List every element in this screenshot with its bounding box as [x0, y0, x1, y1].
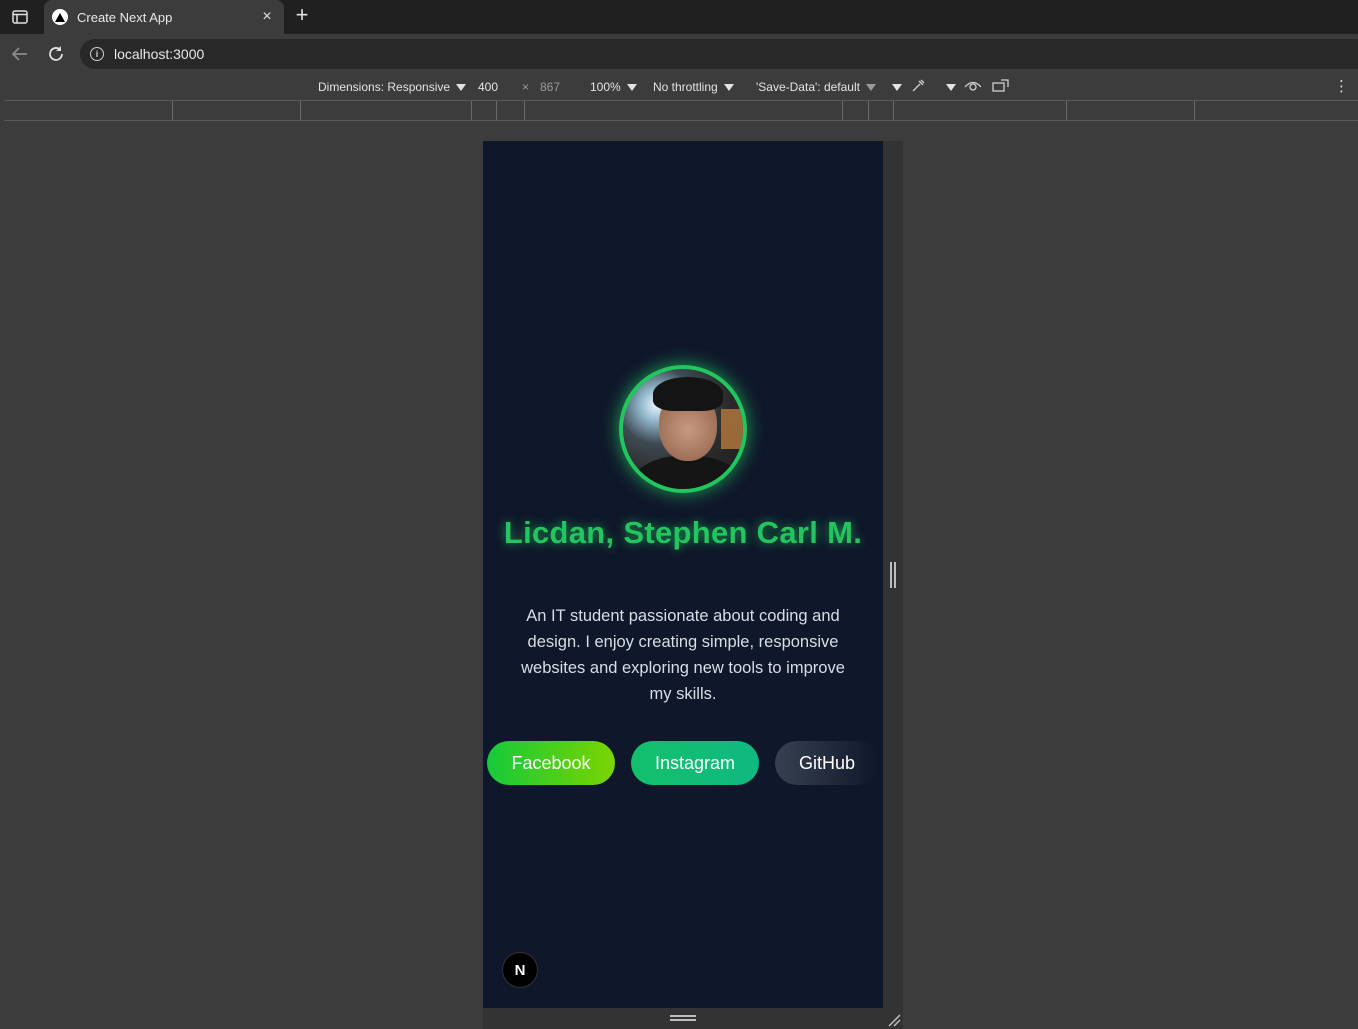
rotate-icon[interactable] — [992, 79, 1010, 96]
save-data-dropdown[interactable]: 'Save-Data': default — [756, 80, 876, 94]
zoom-label: 100% — [590, 80, 621, 94]
width-input[interactable]: 400 — [478, 80, 498, 94]
tab-close-icon[interactable]: × — [258, 8, 276, 26]
browser-tab[interactable]: Create Next App × — [44, 0, 284, 34]
chevron-down-icon — [456, 84, 467, 92]
site-info-icon[interactable]: i — [90, 47, 104, 61]
chevron-down-icon — [865, 84, 876, 92]
chevron-down-icon — [892, 84, 902, 92]
vision-deficiency-icon[interactable] — [964, 79, 982, 96]
address-bar[interactable]: i localhost:3000 — [80, 39, 1358, 69]
viewport-resize-handle-right[interactable] — [883, 141, 903, 1008]
tab-title: Create Next App — [77, 9, 173, 25]
times-icon: × — [522, 80, 530, 94]
chevron-down-icon — [626, 84, 637, 92]
tab-strip: Create Next App × + — [0, 0, 1358, 34]
dimensions-label: Dimensions: Responsive — [318, 80, 451, 94]
facebook-button[interactable]: Facebook — [487, 741, 615, 785]
instagram-button[interactable]: Instagram — [631, 741, 759, 785]
ruler-tick — [842, 101, 843, 120]
ruler-tick — [471, 101, 472, 120]
save-data-label: 'Save-Data': default — [756, 80, 860, 94]
media-query-ruler[interactable] — [4, 100, 1358, 121]
ruler-tick — [868, 101, 869, 120]
ruler-tick — [893, 101, 894, 120]
resize-grip-icon — [670, 1015, 696, 1021]
ruler-tick — [172, 101, 173, 120]
address-url: localhost:3000 — [114, 46, 205, 62]
back-arrow-icon[interactable] — [8, 42, 32, 66]
new-tab-button[interactable]: + — [291, 4, 313, 27]
avatar-hair — [653, 377, 723, 411]
more-options-icon[interactable]: ⋮ — [1334, 77, 1349, 95]
nextjs-favicon-icon — [52, 9, 68, 25]
chevron-down-icon — [946, 84, 956, 92]
nextjs-dev-indicator-icon[interactable]: N — [502, 952, 538, 988]
resize-corner-icon[interactable] — [887, 1013, 901, 1027]
github-button[interactable]: GitHub — [775, 741, 879, 785]
avatar-background-shelf — [721, 409, 743, 449]
resize-grip-icon — [890, 562, 896, 588]
profile-name: Licdan, Stephen Carl M. — [503, 515, 863, 550]
profile-avatar — [619, 365, 747, 493]
more-options-caret[interactable] — [886, 80, 902, 94]
ruler-tick — [1194, 101, 1195, 120]
ruler-tick — [524, 101, 525, 120]
sensor-dropdown[interactable] — [940, 80, 956, 94]
ruler-tick — [496, 101, 497, 120]
ruler-tick — [300, 101, 301, 120]
browser-toolbar: i localhost:3000 — [0, 34, 1358, 74]
profile-bio: An IT student passionate about coding an… — [521, 607, 845, 703]
ruler-tick — [1066, 101, 1067, 120]
device-toolbar: Dimensions: Responsive 400 × 867 100% No… — [4, 74, 1358, 100]
viewport-resize-handle-bottom[interactable] — [483, 1008, 903, 1029]
zoom-dropdown[interactable]: 100% — [590, 80, 637, 94]
chevron-down-icon — [723, 84, 734, 92]
eyedropper-icon[interactable] — [910, 78, 926, 97]
throttling-label: No throttling — [653, 80, 718, 94]
throttling-dropdown[interactable]: No throttling — [653, 80, 734, 94]
tab-search-icon[interactable] — [8, 6, 32, 28]
reload-icon[interactable] — [44, 42, 68, 66]
dimensions-dropdown[interactable]: Dimensions: Responsive — [318, 80, 467, 94]
page-viewport: Licdan, Stephen Carl M. An IT student pa… — [483, 141, 883, 1008]
height-input[interactable]: 867 — [540, 80, 560, 94]
